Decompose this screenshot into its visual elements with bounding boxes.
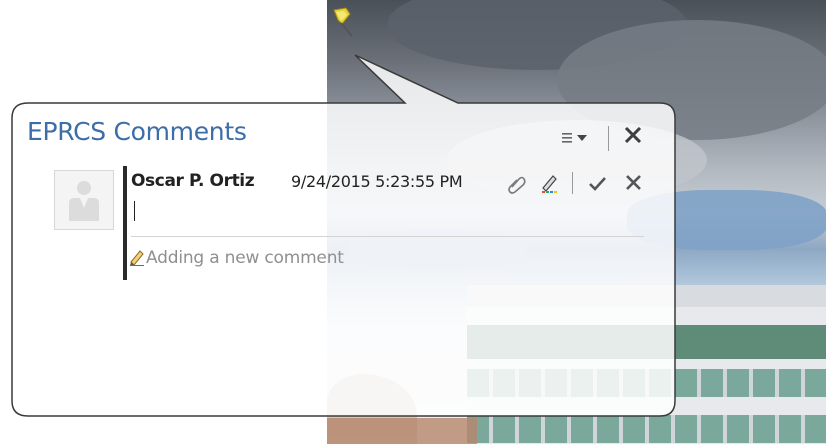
- pushpin-icon[interactable]: [328, 6, 358, 40]
- confirm-comment-button[interactable]: [587, 173, 609, 195]
- pencil-icon: [130, 250, 144, 266]
- comment-thread-bar: [123, 166, 127, 280]
- divider: [131, 236, 644, 237]
- separator: [608, 126, 609, 151]
- checkmark-icon: [589, 177, 606, 191]
- markup-button[interactable]: [538, 172, 560, 194]
- paperclip-icon: [508, 176, 526, 194]
- comment-author: Oscar P. Ortiz: [131, 171, 255, 191]
- comment-input-caret[interactable]: [134, 201, 135, 221]
- close-panel-button[interactable]: [620, 124, 646, 150]
- user-avatar-icon: [69, 181, 99, 221]
- avatar: [54, 170, 114, 230]
- pen-highlight-icon: [542, 175, 557, 193]
- close-icon: [626, 175, 641, 190]
- options-menu-button[interactable]: [560, 127, 598, 149]
- status-text: Adding a new comment: [146, 248, 344, 268]
- chevron-down-icon: [577, 135, 587, 141]
- menu-icon: [562, 133, 587, 143]
- close-icon: [624, 126, 642, 144]
- attach-button[interactable]: [505, 173, 527, 195]
- comment-timestamp: 9/24/2015 5:23:55 PM: [291, 172, 463, 191]
- cancel-comment-button[interactable]: [623, 172, 645, 194]
- panel-title: EPRCS Comments: [27, 117, 247, 146]
